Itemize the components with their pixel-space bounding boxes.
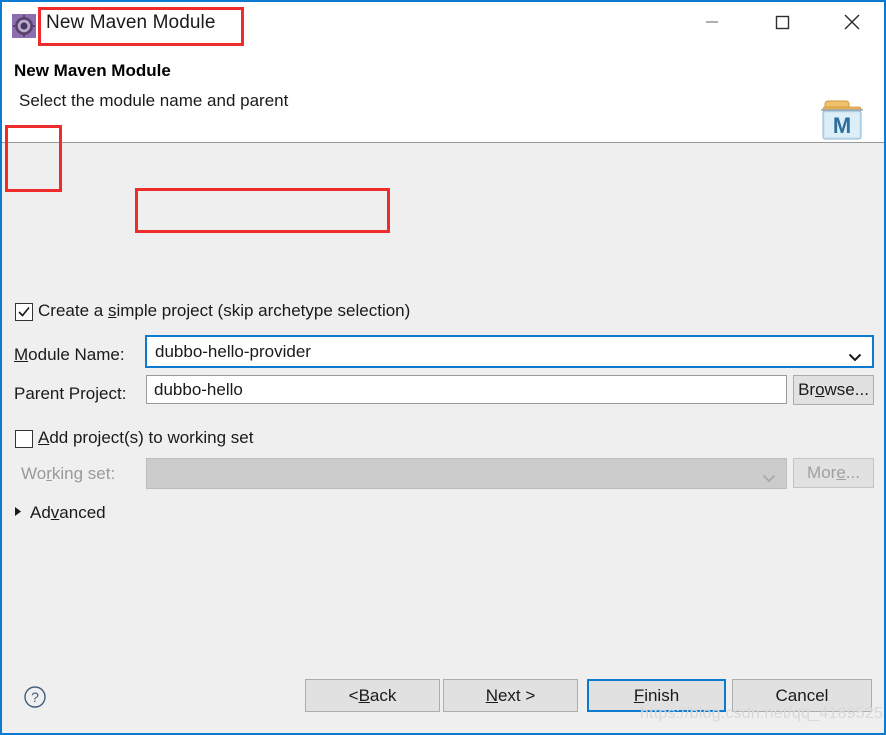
- working-set-select: [146, 458, 787, 489]
- module-label-post: odule Name:: [28, 345, 125, 364]
- browse-label-pre: Br: [798, 380, 816, 399]
- svg-text:?: ?: [31, 689, 39, 705]
- more-label-pre: Mor: [807, 463, 837, 482]
- help-icon[interactable]: ?: [23, 685, 47, 709]
- cancel-button[interactable]: Cancel: [732, 679, 872, 712]
- back-label-pre: <: [348, 685, 359, 705]
- minimize-button[interactable]: [684, 2, 740, 46]
- back-label-mnemonic: B: [358, 685, 370, 705]
- maximize-icon: [771, 11, 793, 38]
- triangle-right-icon: [14, 504, 23, 522]
- close-button[interactable]: [824, 2, 880, 46]
- next-label-mnemonic: N: [485, 685, 498, 705]
- more-button: Mor e...: [793, 458, 874, 488]
- module-name-value: dubbo-hello-provider: [155, 342, 311, 361]
- simple-label-post: imple project (skip archetype selection): [116, 301, 411, 320]
- svg-text:M: M: [833, 113, 851, 138]
- maven-wizard-icon: [12, 14, 36, 38]
- chevron-down-icon[interactable]: [848, 349, 862, 367]
- finish-button[interactable]: Finish: [587, 679, 726, 712]
- add-to-working-set-label[interactable]: Add project(s) to working set: [38, 428, 253, 448]
- ws-label-pre: Wo: [21, 464, 47, 483]
- more-label-post: ...: [845, 463, 860, 482]
- chevron-down-icon: [762, 470, 776, 488]
- page-subtitle: Select the module name and parent: [19, 91, 289, 110]
- browse-label-post: wse...: [824, 380, 869, 399]
- module-name-label: Module Name:: [14, 345, 125, 365]
- finish-label-mnemonic: F: [633, 685, 645, 705]
- close-icon: [840, 10, 864, 39]
- minimize-icon: [701, 11, 723, 38]
- next-button[interactable]: Next >: [443, 679, 578, 712]
- simple-label-pre: Create a: [38, 301, 108, 320]
- window-title: New Maven Module: [46, 12, 216, 33]
- advanced-expander[interactable]: Advanced: [14, 503, 106, 523]
- create-simple-project-checkbox[interactable]: [15, 303, 33, 321]
- maven-folder-icon: M: [814, 93, 870, 145]
- working-set-label: Working set:: [21, 464, 115, 484]
- page-title: New Maven Module: [14, 61, 171, 80]
- ws-label-post: king set:: [51, 464, 116, 483]
- browse-label-mnemonic: o: [815, 380, 825, 399]
- advanced-label: Advanced: [30, 503, 106, 523]
- back-label-post: ack: [369, 685, 397, 705]
- back-button[interactable]: < Back: [305, 679, 440, 712]
- module-label-mnemonic: M: [14, 345, 29, 364]
- wizard-body: Create a simple project (skip archetype …: [2, 143, 884, 664]
- browse-button[interactable]: Br o wse...: [793, 375, 874, 405]
- adv-label-pre: Ad: [30, 503, 51, 522]
- adv-label-post: anced: [59, 503, 106, 522]
- dialog-footer: ? < Back Next > Finish Cancel: [2, 664, 884, 733]
- more-label-mnemonic: e: [836, 463, 846, 482]
- addws-label-post: dd project(s) to working set: [49, 428, 254, 447]
- parent-project-input[interactable]: dubbo-hello: [146, 375, 787, 404]
- maximize-button[interactable]: [754, 2, 810, 46]
- finish-label-post: inish: [644, 685, 680, 705]
- new-maven-module-dialog: New Maven Module New Maven Module Select…: [0, 0, 886, 735]
- module-name-input[interactable]: dubbo-hello-provider: [145, 335, 874, 368]
- create-simple-project-label[interactable]: Create a simple project (skip archetype …: [38, 301, 410, 321]
- next-label-post: ext >: [497, 685, 536, 705]
- parent-project-value: dubbo-hello: [154, 380, 243, 399]
- parent-project-label: Parent Project:: [14, 384, 127, 403]
- wizard-header: New Maven Module Select the module name …: [2, 46, 884, 143]
- addws-label-mnemonic: A: [38, 428, 50, 447]
- add-to-working-set-checkbox[interactable]: [15, 430, 33, 448]
- title-bar: New Maven Module: [2, 2, 884, 46]
